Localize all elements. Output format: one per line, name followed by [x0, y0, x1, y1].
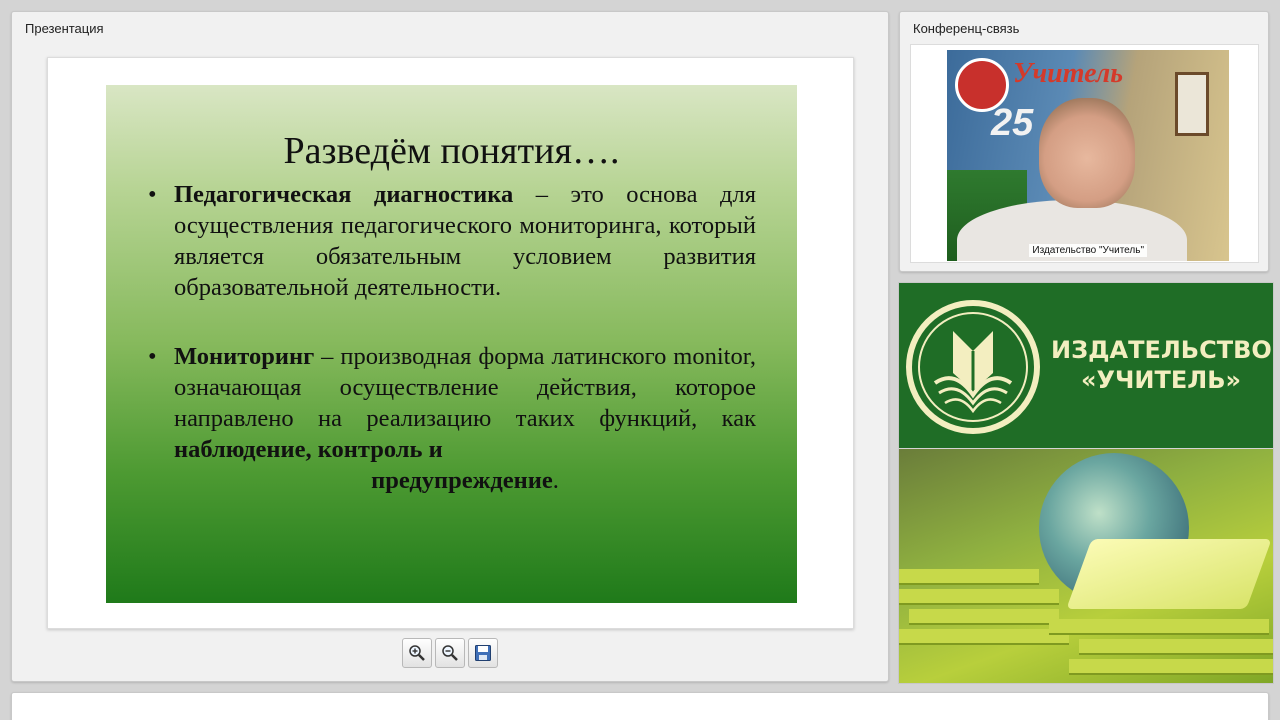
book-stack	[1069, 659, 1273, 675]
slide-bullet: • Мониторинг – производная форма латинск…	[148, 341, 756, 501]
banner-books-image	[899, 449, 1273, 683]
bullet-end: .	[552, 467, 559, 494]
banner-header: ИЗДАТЕЛЬСТВО «УЧИТЕЛЬ»	[899, 283, 1273, 448]
bullet-marker: •	[148, 343, 157, 370]
publisher-logo-icon	[906, 300, 1040, 434]
conference-panel: Конференц-связь Учитель 25 Издательство …	[899, 11, 1269, 272]
bullet-text: Педагогическая диагностика – это основа …	[174, 179, 756, 303]
zoom-in-icon	[409, 645, 425, 661]
bottom-panel	[11, 692, 1269, 720]
open-book-image	[1066, 539, 1272, 609]
slide: Разведём понятия…. • Педагогическая диаг…	[106, 85, 797, 603]
banner-line-2: «УЧИТЕЛЬ»	[1081, 366, 1241, 394]
book-stack	[899, 629, 1069, 645]
video-background-badge: 25	[991, 102, 1034, 144]
conference-panel-title: Конференц-связь	[913, 21, 1020, 36]
participant-label: Издательство "Учитель"	[1029, 244, 1147, 257]
banner-line-1: ИЗДАТЕЛЬСТВО	[1051, 336, 1272, 364]
bullet-term: Педагогическая диагностика	[174, 181, 514, 208]
book-stack	[909, 609, 1059, 625]
zoom-out-icon	[442, 645, 458, 661]
presentation-toolbar	[402, 638, 498, 668]
slide-title: Разведём понятия….	[283, 130, 620, 172]
book-stack	[1049, 619, 1269, 635]
presenter-head	[1039, 98, 1135, 208]
bullet-emphasis: наблюдение, контроль и	[174, 436, 443, 463]
bullet-emphasis: предупреждение	[371, 467, 553, 494]
bullet-last-line: предупреждение.	[174, 465, 756, 496]
book-stack	[899, 569, 1039, 585]
slide-bullet: • Педагогическая диагностика – это основ…	[148, 179, 756, 339]
bullet-term: Мониторинг	[174, 343, 315, 370]
presentation-panel: Презентация Разведём понятия…. • Педагог…	[11, 11, 889, 682]
video-frame: Учитель 25 Издательство "Учитель"	[910, 44, 1259, 263]
bullet-text: Мониторинг – производная форма латинског…	[174, 341, 756, 496]
book-stack	[899, 589, 1059, 605]
zoom-out-button[interactable]	[435, 638, 465, 668]
bullet-marker: •	[148, 181, 157, 208]
video-background-brand: Учитель	[1013, 58, 1124, 89]
save-icon	[475, 645, 491, 661]
slide-viewer: Разведём понятия…. • Педагогическая диаг…	[47, 57, 854, 629]
banner-title: ИЗДАТЕЛЬСТВО «УЧИТЕЛЬ»	[1051, 335, 1272, 395]
webcam-video[interactable]: Учитель 25 Издательство "Учитель"	[947, 50, 1229, 261]
publisher-banner: ИЗДАТЕЛЬСТВО «УЧИТЕЛЬ»	[898, 282, 1274, 684]
zoom-in-button[interactable]	[402, 638, 432, 668]
save-button[interactable]	[468, 638, 498, 668]
presentation-panel-title: Презентация	[25, 21, 104, 36]
book-stack	[1079, 639, 1273, 655]
video-wall-frame	[1175, 72, 1209, 136]
